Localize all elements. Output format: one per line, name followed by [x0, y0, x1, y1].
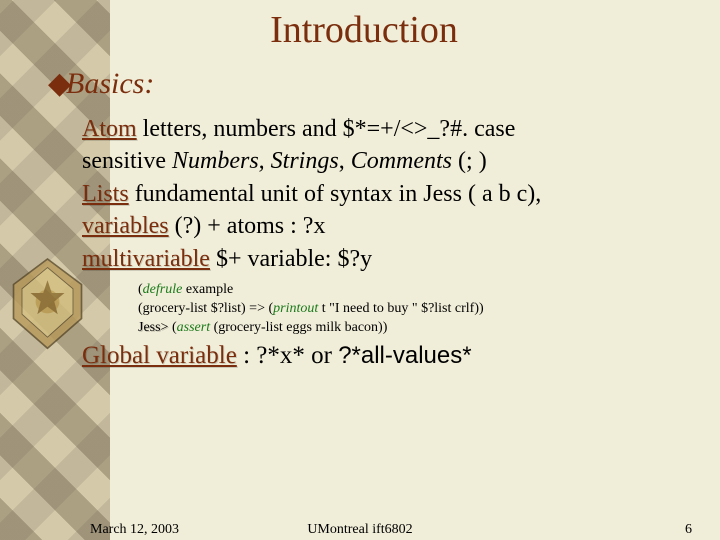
term-global-variable: Global variable — [82, 342, 237, 369]
atom-line-2: sensitive Numbers, Strings, Comments (; … — [82, 145, 680, 177]
term-multivariable: multivariable — [82, 246, 210, 272]
variables-line: variables (?) + atoms : ?x — [82, 210, 680, 242]
term-lists: Lists — [82, 181, 129, 207]
code-line-2: (grocery-list $?list) => (printout t "I … — [138, 300, 680, 319]
multivariable-line: multivariable $+ variable: $?y — [82, 243, 680, 275]
keyword-defrule: defrule — [143, 282, 183, 297]
slide-title: Introduction — [48, 8, 680, 52]
bullet-icon: ◆ — [48, 66, 66, 101]
term-atom: Atom — [82, 116, 137, 142]
jess-prompt: Jess> — [138, 320, 168, 335]
keyword-assert: assert — [177, 320, 210, 335]
term-variables: variables — [82, 213, 169, 239]
keyword-printout: printout — [273, 301, 318, 316]
body-text: Atom letters, numbers and $*=+/<>_?#. ca… — [82, 113, 680, 275]
section-heading-text: Basics: — [66, 67, 154, 100]
atom-line: Atom letters, numbers and $*=+/<>_?#. ca… — [82, 113, 680, 145]
section-heading: ◆Basics: — [48, 66, 680, 101]
slide-content: Introduction ◆Basics: Atom letters, numb… — [0, 0, 720, 370]
global-variable-line: Global variable : ?*x* or ?*all-values* — [82, 342, 680, 370]
code-line-1: (defrule example — [138, 281, 680, 300]
footer-center: UMontreal ift6802 — [0, 522, 720, 538]
lists-line: Lists fundamental unit of syntax in Jess… — [82, 178, 680, 210]
code-line-3: Jess> (assert (grocery-list eggs milk ba… — [138, 319, 680, 338]
code-example: (defrule example (grocery-list $?list) =… — [138, 281, 680, 338]
footer-page-number: 6 — [685, 522, 692, 538]
